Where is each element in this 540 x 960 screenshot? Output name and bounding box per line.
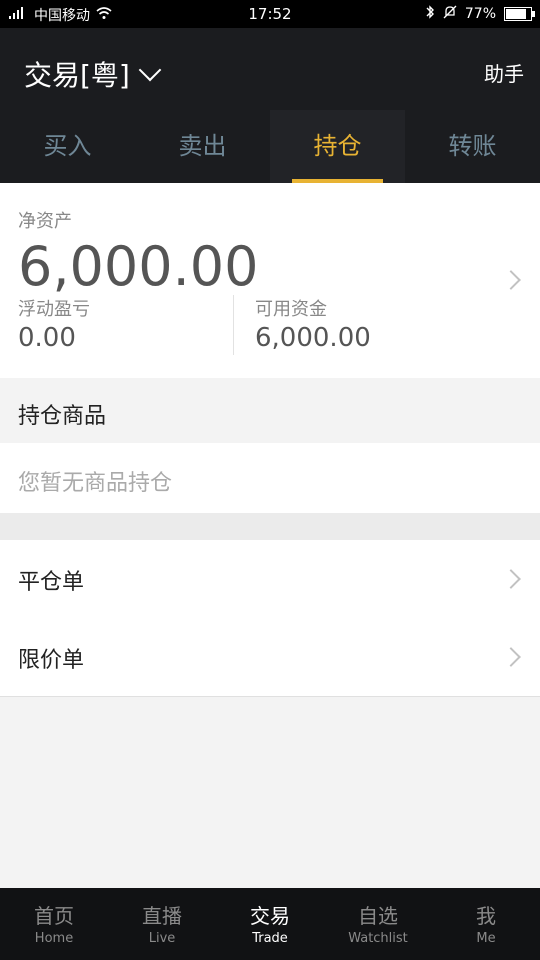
available-funds-value: 6,000.00 bbox=[255, 323, 371, 353]
bell-off-icon bbox=[443, 5, 457, 23]
tab-buy[interactable]: 买入 bbox=[0, 110, 135, 183]
chevron-down-icon bbox=[138, 58, 162, 82]
nav-sublabel: Live bbox=[148, 931, 176, 946]
list-item-close-orders[interactable]: 平仓单 bbox=[0, 540, 540, 618]
nav-sublabel: Home bbox=[34, 931, 74, 946]
nav-label: 交易 bbox=[250, 904, 290, 928]
tab-sell[interactable]: 卖出 bbox=[135, 110, 270, 183]
app-header: 交易[粤] 助手 bbox=[0, 28, 540, 110]
available-funds: 可用资金 6,000.00 bbox=[255, 295, 475, 353]
nav-watchlist[interactable]: 自选 Watchlist bbox=[324, 888, 432, 960]
chevron-right-icon bbox=[501, 569, 521, 589]
battery-percent: 77% bbox=[464, 6, 496, 22]
bluetooth-icon bbox=[425, 5, 435, 23]
nav-live[interactable]: 直播 Live bbox=[108, 888, 216, 960]
tab-transfer[interactable]: 转账 bbox=[405, 110, 540, 183]
available-funds-label: 可用资金 bbox=[255, 299, 327, 320]
chevron-right-icon bbox=[501, 647, 521, 667]
bottom-nav: 首页 Home 直播 Live 交易 Trade 自选 Watchlist 我 … bbox=[0, 888, 540, 960]
nav-trade[interactable]: 交易 Trade bbox=[216, 888, 324, 960]
net-assets-value: 6,000.00 bbox=[18, 235, 259, 298]
nav-sublabel: Watchlist bbox=[348, 931, 408, 946]
nav-me[interactable]: 我 Me bbox=[432, 888, 540, 960]
chevron-right-icon bbox=[501, 270, 521, 290]
floating-pl-label: 浮动盈亏 bbox=[18, 299, 90, 320]
section-spacer bbox=[0, 513, 540, 540]
assets-summary[interactable]: 净资产 6,000.00 浮动盈亏 0.00 可用资金 6,000.00 bbox=[0, 183, 540, 378]
list-item-limit-orders[interactable]: 限价单 bbox=[0, 618, 540, 696]
nav-label: 直播 bbox=[142, 904, 182, 928]
floating-pl: 浮动盈亏 0.00 bbox=[18, 295, 218, 353]
status-bar: 中国移动 17:52 77% bbox=[0, 0, 540, 28]
list-item-label: 限价单 bbox=[18, 648, 85, 673]
trade-tabs: 买入 卖出 持仓 转账 bbox=[0, 110, 540, 183]
positions-header: 持仓商品 bbox=[0, 378, 540, 443]
tab-positions[interactable]: 持仓 bbox=[270, 110, 405, 183]
positions-title: 持仓商品 bbox=[18, 404, 107, 429]
nav-home[interactable]: 首页 Home bbox=[0, 888, 108, 960]
nav-label: 我 bbox=[476, 904, 496, 928]
battery-icon bbox=[504, 7, 535, 21]
orders-list: 平仓单 限价单 bbox=[0, 540, 540, 697]
nav-sublabel: Me bbox=[476, 931, 496, 946]
net-assets-label: 净资产 bbox=[18, 211, 72, 232]
nav-sublabel: Trade bbox=[252, 931, 288, 946]
list-item-label: 平仓单 bbox=[18, 570, 85, 595]
empty-text: 您暂无商品持仓 bbox=[18, 471, 173, 496]
status-right: 77% bbox=[425, 5, 535, 23]
nav-label: 自选 bbox=[358, 904, 398, 928]
positions-empty: 您暂无商品持仓 bbox=[0, 443, 540, 513]
helper-button[interactable]: 助手 bbox=[484, 58, 524, 87]
summary-divider bbox=[233, 295, 234, 355]
exchange-selector[interactable]: 交易[粤] bbox=[24, 54, 162, 94]
nav-label: 首页 bbox=[34, 904, 74, 928]
page-title: 交易[粤] bbox=[24, 59, 130, 92]
floating-pl-value: 0.00 bbox=[18, 323, 76, 353]
